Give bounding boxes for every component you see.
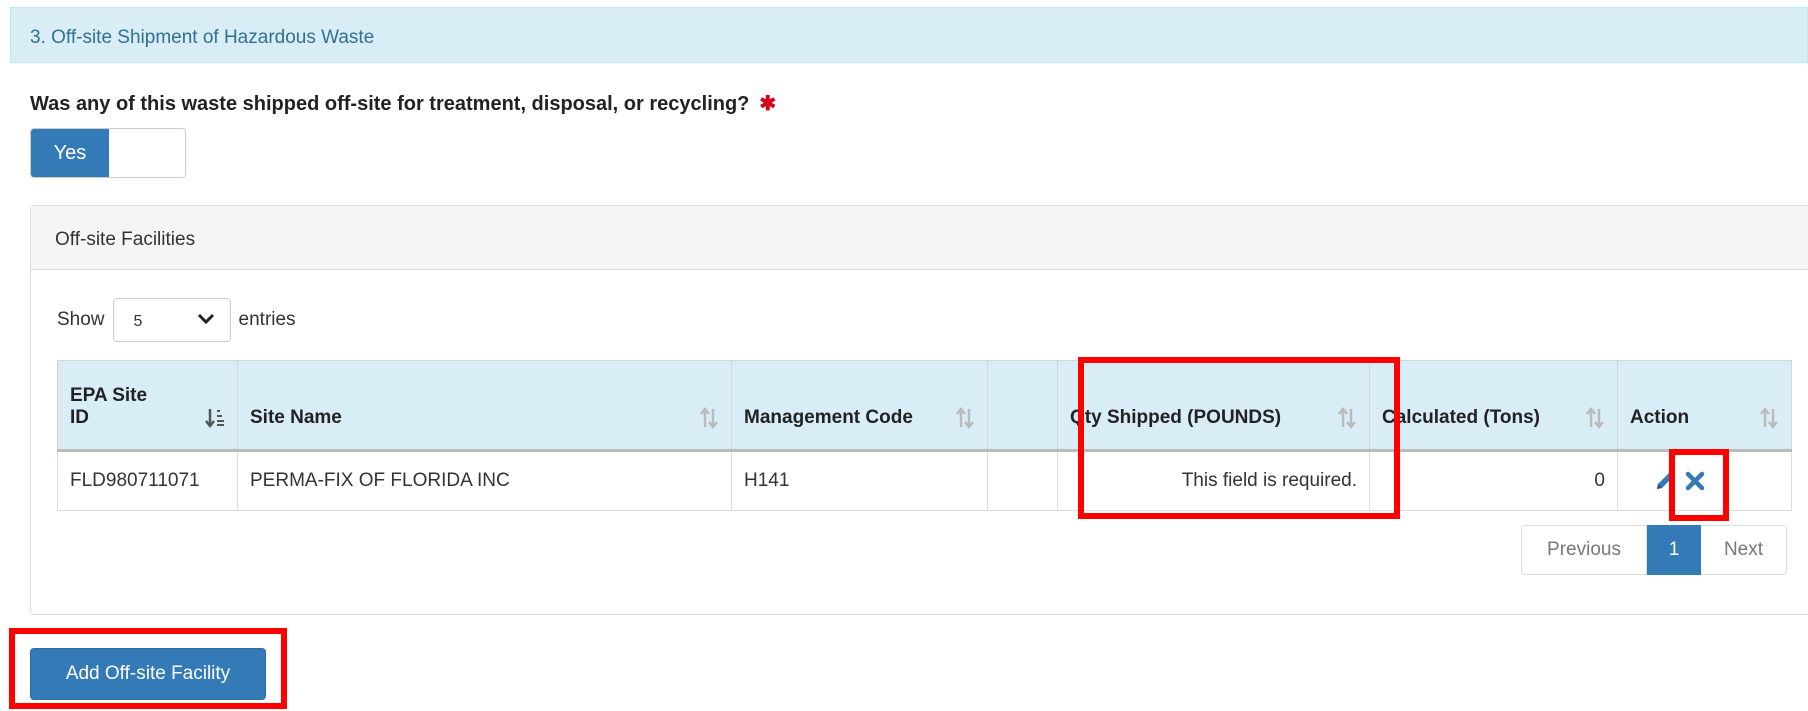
header-label: Action bbox=[1630, 407, 1690, 428]
question-text: Was any of this waste shipped off-site f… bbox=[30, 93, 750, 115]
entries-select-value: 5 bbox=[133, 313, 143, 330]
chevron-down-icon bbox=[197, 313, 214, 325]
table-row: FLD980711071 PERMA-FIX OF FLORIDA INC H1… bbox=[57, 450, 1792, 511]
panel-title: Off-site Facilities bbox=[55, 229, 196, 250]
question-label: Was any of this waste shipped off-site f… bbox=[30, 91, 776, 116]
header-label: Site Name bbox=[250, 407, 342, 428]
header-label: Qty Shipped (POUNDS) bbox=[1070, 407, 1282, 428]
section-header: 3. Off-site Shipment of Hazardous Waste bbox=[10, 7, 1808, 63]
header-label: Calculated (Tons) bbox=[1382, 407, 1540, 428]
offsite-facilities-panel: Off-site Facilities Show 5 entries EPA S… bbox=[30, 205, 1808, 615]
panel-heading: Off-site Facilities bbox=[31, 206, 1808, 270]
pagination-page-1[interactable]: 1 bbox=[1647, 525, 1701, 575]
entries-select[interactable]: 5 bbox=[112, 298, 231, 342]
sort-both-icon bbox=[1338, 407, 1356, 429]
pagination-previous[interactable]: Previous bbox=[1521, 525, 1647, 575]
entries-length-control: Show 5 entries bbox=[57, 298, 296, 342]
entries-label: entries bbox=[238, 309, 296, 330]
cell-blank bbox=[987, 450, 1058, 511]
toggle-off-side[interactable] bbox=[109, 129, 185, 177]
delete-x-icon[interactable] bbox=[1684, 470, 1706, 492]
cell-qty-error: This field is required. bbox=[1057, 450, 1370, 511]
add-offsite-facility-button[interactable]: Add Off-site Facility bbox=[30, 648, 266, 700]
header-site-name[interactable]: Site Name bbox=[237, 360, 732, 452]
section-title: 3. Off-site Shipment of Hazardous Waste bbox=[30, 27, 375, 48]
facilities-table: EPA Site ID Site Name Management Code Qt… bbox=[57, 360, 1792, 511]
cell-calculated-tons: 0 bbox=[1369, 450, 1618, 511]
sort-both-icon bbox=[1760, 407, 1778, 429]
header-management-code[interactable]: Management Code bbox=[731, 360, 988, 452]
sort-ascending-icon bbox=[205, 409, 224, 429]
header-action[interactable]: Action bbox=[1617, 360, 1792, 452]
table-header-row: EPA Site ID Site Name Management Code Qt… bbox=[57, 360, 1792, 452]
shipped-offsite-toggle[interactable]: Yes bbox=[30, 128, 186, 178]
header-label: Management Code bbox=[744, 407, 913, 428]
sort-both-icon bbox=[700, 407, 718, 429]
header-label: EPA Site ID bbox=[70, 385, 148, 428]
sort-both-icon bbox=[1586, 407, 1604, 429]
pagination-next[interactable]: Next bbox=[1701, 525, 1787, 575]
header-calculated-tons[interactable]: Calculated (Tons) bbox=[1369, 360, 1618, 452]
cell-site-name: PERMA-FIX OF FLORIDA INC bbox=[237, 450, 732, 511]
required-asterisk-icon: ✱ bbox=[759, 93, 777, 115]
cell-management-code: H141 bbox=[731, 450, 988, 511]
show-label: Show bbox=[57, 309, 105, 330]
cell-actions bbox=[1617, 450, 1792, 511]
pagination: Previous 1 Next bbox=[1521, 525, 1787, 575]
header-blank bbox=[987, 360, 1058, 452]
cell-epa-site-id: FLD980711071 bbox=[57, 450, 238, 511]
header-qty-shipped[interactable]: Qty Shipped (POUNDS) bbox=[1057, 360, 1370, 452]
sort-both-icon bbox=[956, 407, 974, 429]
header-epa-site-id[interactable]: EPA Site ID bbox=[57, 360, 238, 452]
edit-pencil-icon[interactable] bbox=[1654, 470, 1676, 492]
toggle-yes[interactable]: Yes bbox=[31, 129, 109, 177]
